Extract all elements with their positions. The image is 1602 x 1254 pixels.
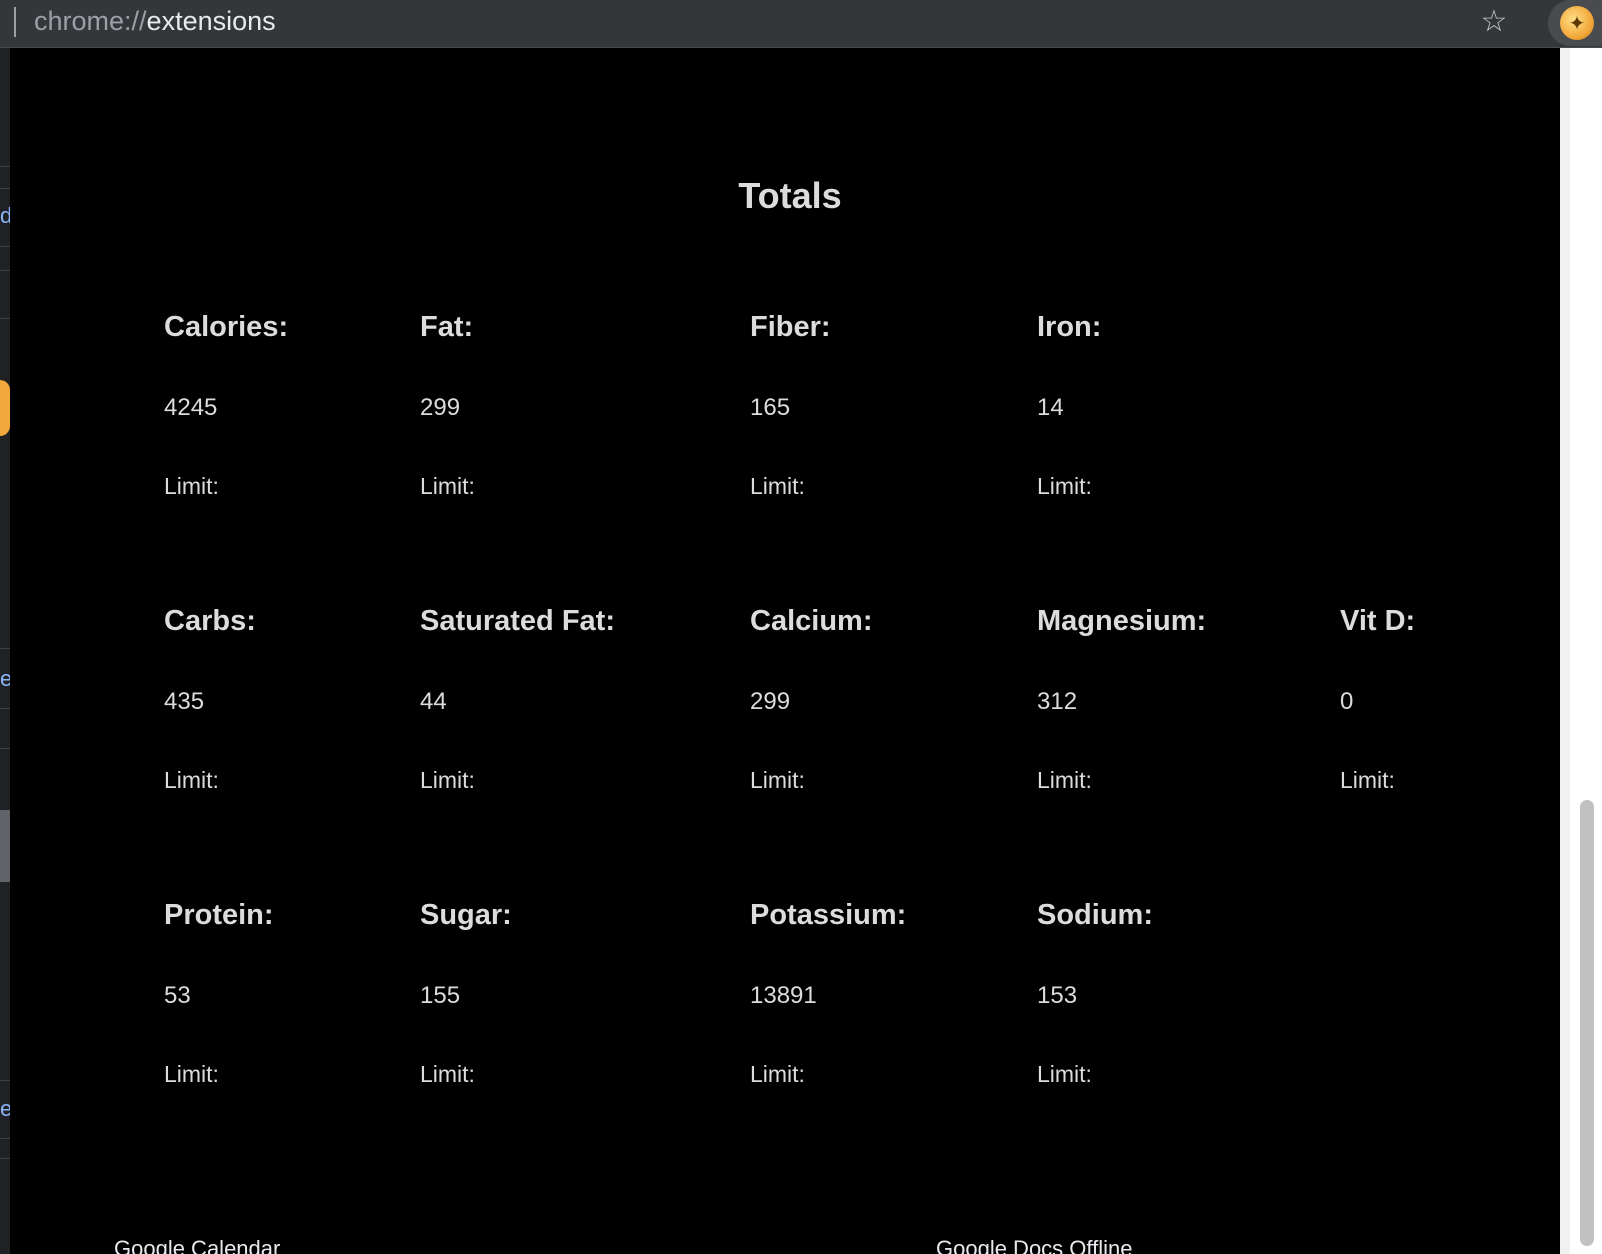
address-bar[interactable]: chrome://extensions bbox=[34, 4, 276, 38]
nutrient-label: Magnesium: bbox=[1037, 605, 1207, 637]
divider bbox=[0, 166, 10, 167]
nutrient-value: 14 bbox=[1037, 394, 1064, 421]
nutrient-potassium: Potassium: 13891 Limit: bbox=[750, 898, 906, 1088]
nutrient-label: Sodium: bbox=[1037, 899, 1153, 931]
nutrient-sugar: Sugar: 155 Limit: bbox=[420, 898, 512, 1088]
nutrient-label: Fat: bbox=[420, 311, 474, 343]
nutrient-value: 153 bbox=[1037, 982, 1078, 1009]
nutrient-limit: Limit: bbox=[1340, 767, 1395, 793]
nutrient-limit: Limit: bbox=[1037, 767, 1092, 793]
text-cursor bbox=[14, 7, 16, 37]
background-link[interactable]: e bbox=[0, 666, 10, 692]
nutrient-value: 299 bbox=[420, 394, 461, 421]
popup-scrollbar-track[interactable] bbox=[1560, 48, 1570, 1254]
nutrient-label: Protein: bbox=[164, 899, 274, 931]
nutrient-limit: Limit: bbox=[750, 767, 805, 793]
nutrient-label: Calories: bbox=[164, 311, 289, 343]
nutrient-label: Calcium: bbox=[750, 605, 873, 637]
background-extension-name: Google Calendar bbox=[114, 1236, 281, 1254]
nutrient-label: Vit D: bbox=[1340, 605, 1416, 637]
nutrient-calcium: Calcium: 299 Limit: bbox=[750, 604, 872, 794]
nutrient-carbs: Carbs: 435 Limit: bbox=[164, 604, 256, 794]
nutrient-sodium: Sodium: 153 Limit: bbox=[1037, 898, 1153, 1088]
nutrient-limit: Limit: bbox=[164, 473, 219, 499]
nutrient-label: Fiber: bbox=[750, 311, 831, 343]
nutrient-value: 155 bbox=[420, 982, 461, 1009]
nutrient-label: Iron: bbox=[1037, 311, 1102, 343]
nutrient-limit: Limit: bbox=[164, 1061, 219, 1087]
nutrient-limit: Limit: bbox=[420, 767, 475, 793]
divider bbox=[0, 648, 10, 649]
nutrient-limit: Limit: bbox=[164, 767, 219, 793]
nutrient-iron: Iron: 14 Limit: bbox=[1037, 310, 1101, 500]
nutrient-value: 312 bbox=[1037, 688, 1078, 715]
divider bbox=[0, 246, 10, 247]
extension-icon: ✦ bbox=[1560, 6, 1594, 40]
nutrient-magnesium: Magnesium: 312 Limit: bbox=[1037, 604, 1206, 794]
nutrient-label: Saturated Fat: bbox=[420, 605, 615, 637]
nutrient-limit: Limit: bbox=[750, 473, 805, 499]
background-extension-icon bbox=[0, 380, 10, 436]
star-icon[interactable]: ☆ bbox=[1474, 2, 1514, 42]
popup-scrollbar-thumb[interactable] bbox=[1580, 800, 1594, 1246]
nutrient-label: Carbs: bbox=[164, 605, 256, 637]
divider bbox=[0, 1138, 10, 1139]
extension-button[interactable]: ✦ bbox=[1548, 0, 1602, 46]
nutrient-value: 435 bbox=[164, 688, 205, 715]
totals-heading: Totals bbox=[738, 175, 842, 216]
nutrient-value: 53 bbox=[164, 982, 191, 1009]
nutrient-value: 0 bbox=[1340, 688, 1354, 715]
nutrient-protein: Protein: 53 Limit: bbox=[164, 898, 274, 1088]
nutrient-limit: Limit: bbox=[1037, 1061, 1092, 1087]
nutrient-label: Potassium: bbox=[750, 899, 907, 931]
nutrient-fiber: Fiber: 165 Limit: bbox=[750, 310, 831, 500]
background-link[interactable]: e bbox=[0, 1096, 10, 1122]
divider bbox=[0, 1158, 10, 1159]
nutrient-limit: Limit: bbox=[1037, 473, 1092, 499]
background-link[interactable]: d bbox=[0, 203, 10, 229]
nutrient-value: 299 bbox=[750, 688, 791, 715]
nutrient-limit: Limit: bbox=[750, 1061, 805, 1087]
divider bbox=[0, 748, 10, 749]
nutrient-limit: Limit: bbox=[420, 1061, 475, 1087]
nutrient-saturated-fat: Saturated Fat: 44 Limit: bbox=[420, 604, 615, 794]
nutrient-calories: Calories: 4245 Limit: bbox=[164, 310, 288, 500]
nutrient-value: 13891 bbox=[750, 982, 817, 1009]
divider bbox=[0, 270, 10, 271]
divider bbox=[0, 1080, 10, 1081]
background-scroll-thumb[interactable] bbox=[0, 810, 10, 882]
divider bbox=[0, 708, 10, 709]
nutrient-value: 165 bbox=[750, 394, 791, 421]
background-page-left-edge: d e e bbox=[0, 48, 10, 1254]
background-extension-name: Google Docs Offline bbox=[936, 1236, 1133, 1254]
nutrient-label: Sugar: bbox=[420, 899, 512, 931]
nutrient-limit: Limit: bbox=[420, 473, 475, 499]
divider bbox=[0, 188, 10, 189]
divider bbox=[0, 318, 10, 319]
nutrient-vit-d: Vit D: 0 Limit: bbox=[1340, 604, 1415, 794]
nutrient-fat: Fat: 299 Limit: bbox=[420, 310, 475, 500]
url-scheme: chrome:// bbox=[34, 6, 147, 36]
url-host: extensions bbox=[146, 6, 276, 36]
background-extension-list: Google Calendar Google Docs Offline bbox=[0, 1234, 1570, 1254]
browser-toolbar: chrome://extensions ☆ ✦ bbox=[0, 0, 1602, 48]
nutrient-value: 44 bbox=[420, 688, 447, 715]
nutrient-value: 4245 bbox=[164, 394, 218, 421]
extension-popup: Totals Calories: 4245 Limit: Fat: 299 Li… bbox=[10, 48, 1570, 1254]
